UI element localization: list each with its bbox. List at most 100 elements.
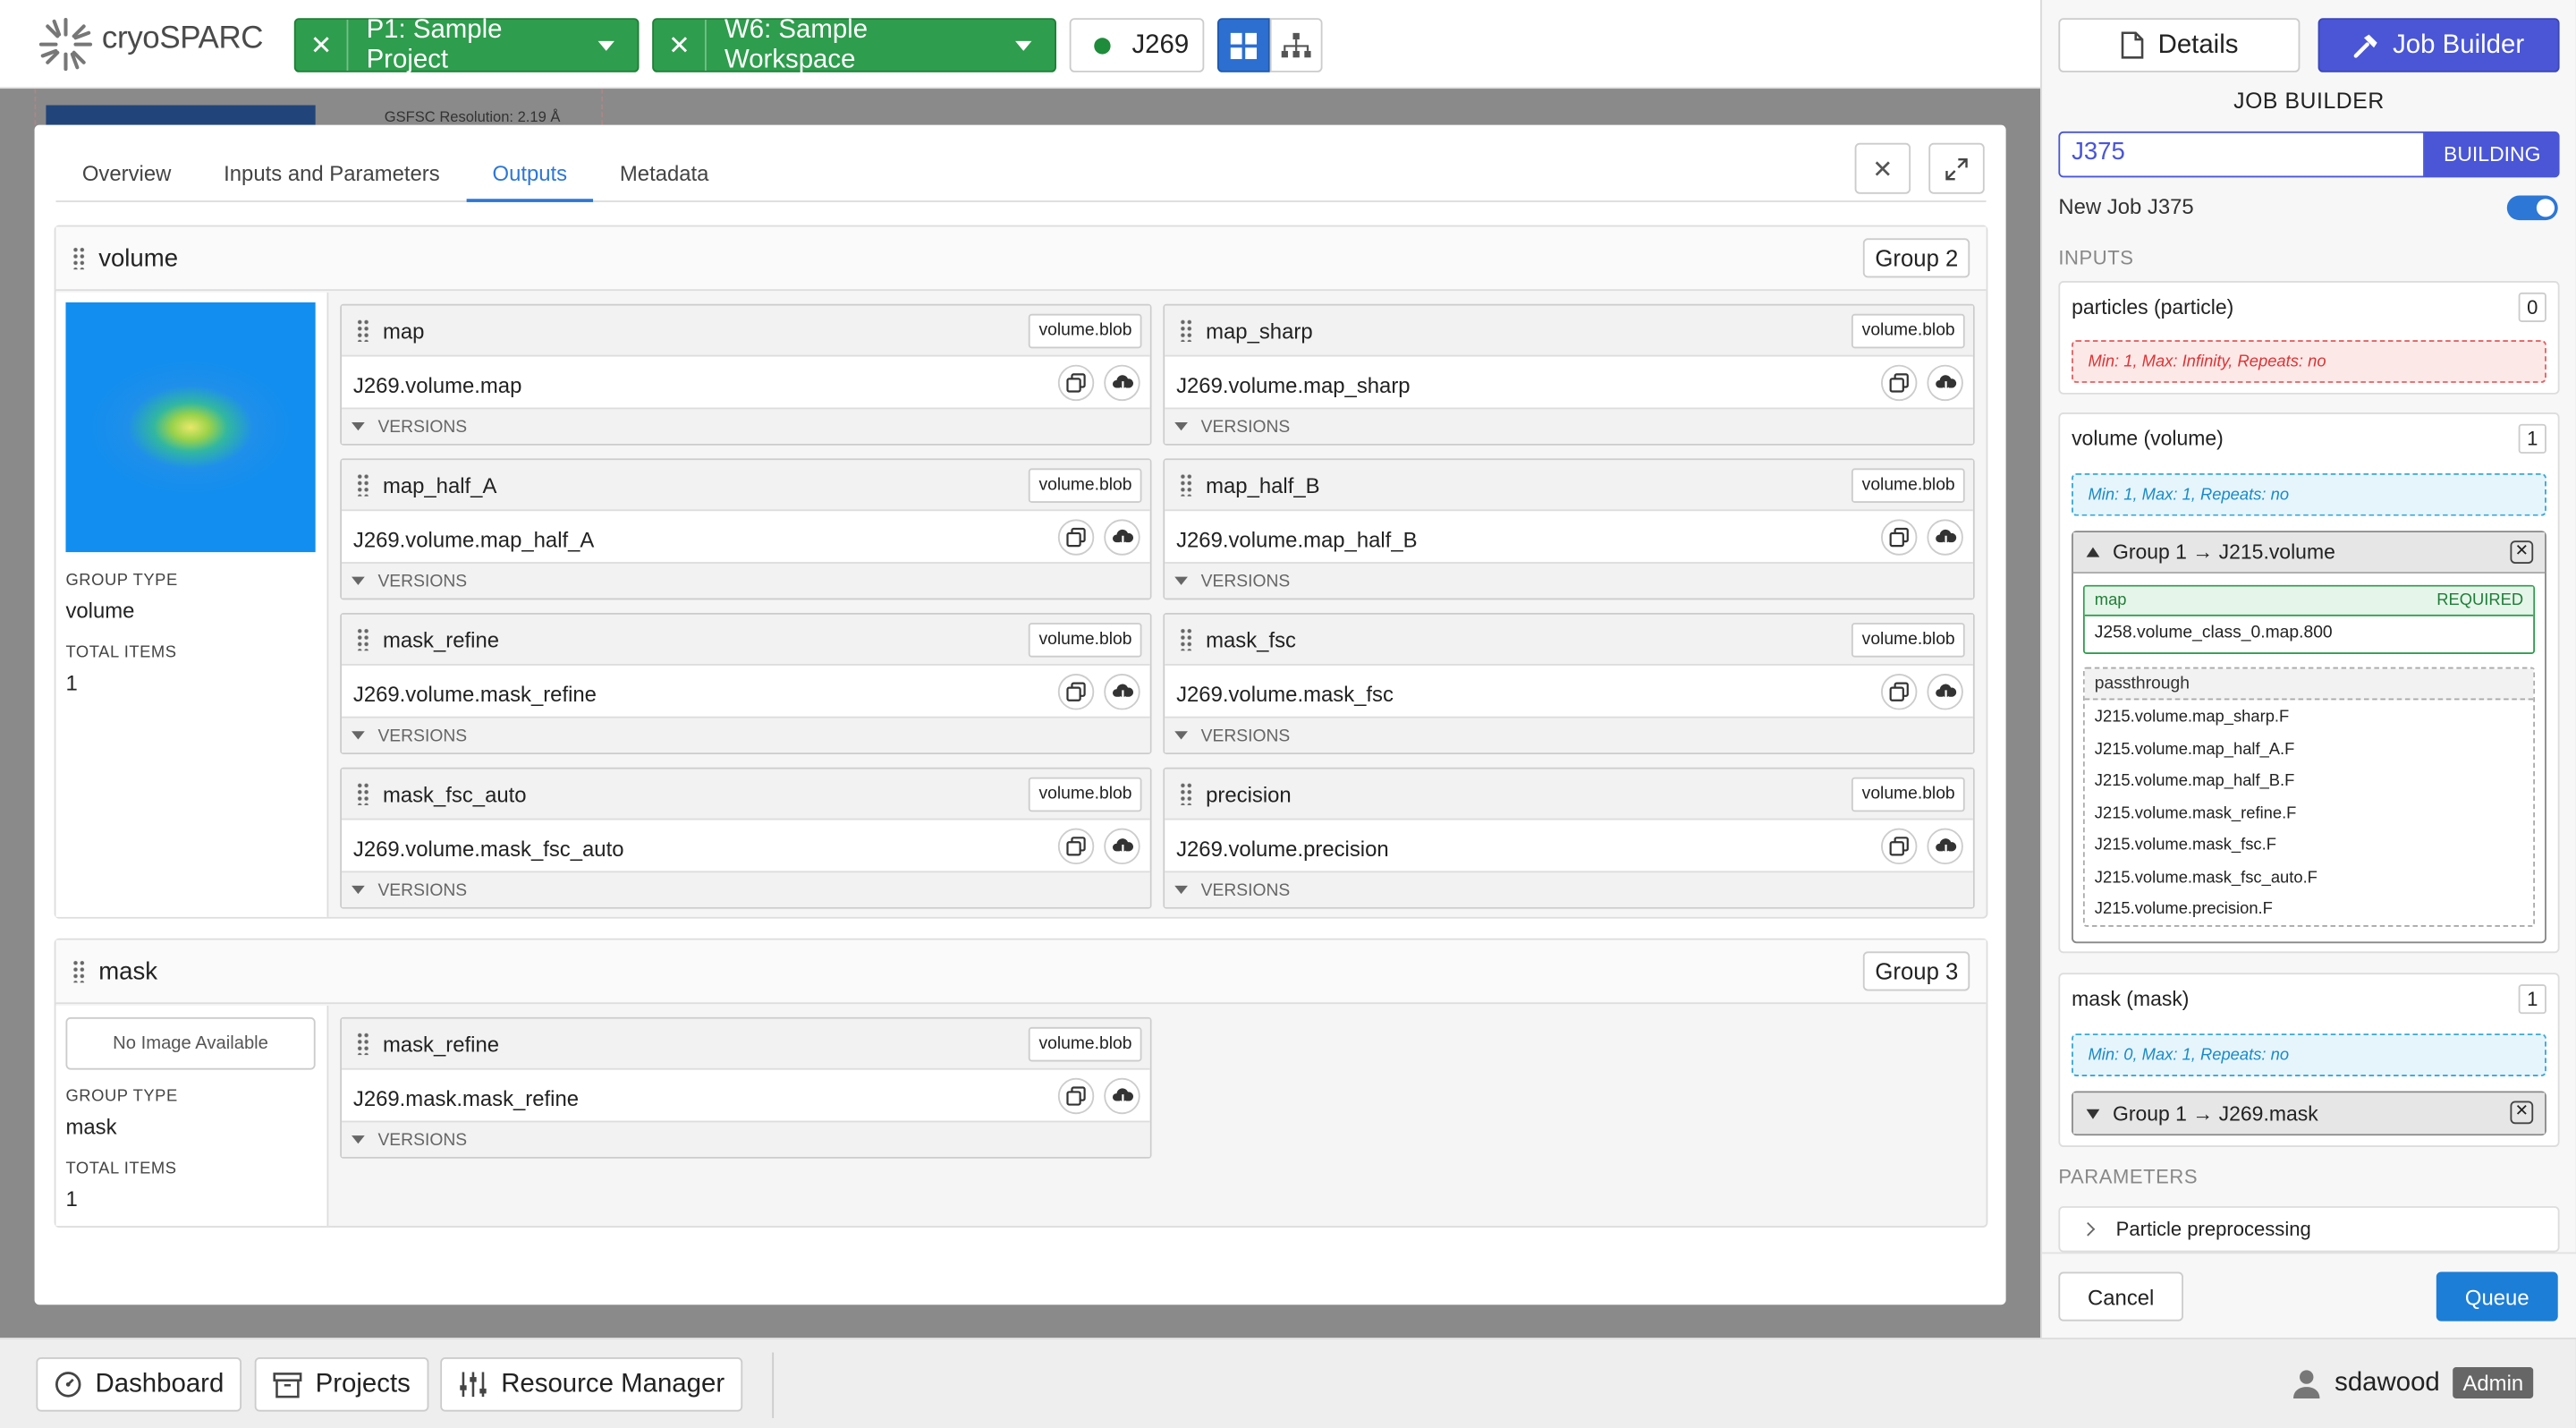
close-workspace-icon[interactable]: ✕ bbox=[654, 20, 707, 71]
sliders-icon bbox=[460, 1372, 487, 1398]
group-type-label: GROUP TYPE bbox=[65, 572, 178, 591]
collapse-icon[interactable] bbox=[2086, 547, 2100, 557]
output-path: J269.volume.mask_refine bbox=[352, 682, 597, 707]
versions-toggle[interactable]: VERSIONS bbox=[342, 562, 1150, 599]
download-button[interactable] bbox=[1104, 519, 1140, 556]
expand-icon[interactable] bbox=[2086, 1108, 2100, 1118]
drag-handle-icon[interactable] bbox=[1179, 319, 1193, 343]
projects-label: Projects bbox=[315, 1369, 411, 1398]
output-path: J269.volume.map_half_A bbox=[352, 527, 595, 553]
cancel-button[interactable]: Cancel bbox=[2058, 1271, 2183, 1322]
download-button[interactable] bbox=[1104, 1077, 1140, 1115]
download-button[interactable] bbox=[1104, 828, 1140, 865]
parameters-section-label: PARAMETERS bbox=[2058, 1165, 2199, 1188]
tab-metadata[interactable]: Metadata bbox=[594, 151, 735, 202]
output-card: mask_refine volume.blob J269.volume.mask_r… bbox=[340, 613, 1152, 754]
param-section-particle-preprocessing[interactable]: Particle preprocessing bbox=[2058, 1206, 2560, 1253]
cloud-download-icon bbox=[1112, 529, 1133, 548]
copy-button[interactable] bbox=[1057, 828, 1095, 865]
drag-handle-icon[interactable] bbox=[356, 319, 370, 343]
input-rule: Min: 1, Max: 1, Repeats: no bbox=[2072, 472, 2546, 516]
workspace-breadcrumb[interactable]: ✕ W6: Sample Workspace bbox=[652, 15, 1056, 73]
close-dialog-button[interactable]: ✕ bbox=[1854, 142, 1911, 194]
copy-button[interactable] bbox=[1057, 674, 1095, 710]
drag-handle-icon[interactable] bbox=[356, 1032, 370, 1056]
remove-connection-icon[interactable]: ✕ bbox=[2510, 540, 2534, 564]
close-project-icon[interactable]: ✕ bbox=[296, 20, 349, 71]
job-title-input[interactable]: J375 bbox=[2058, 131, 2425, 178]
drag-handle-icon[interactable] bbox=[1179, 782, 1193, 805]
slot-value[interactable]: J258.volume_class_0.map.800 bbox=[2085, 616, 2533, 642]
versions-toggle[interactable]: VERSIONS bbox=[1165, 716, 1973, 753]
job-builder-button[interactable]: Job Builder bbox=[2318, 18, 2560, 72]
drag-handle-icon[interactable] bbox=[72, 959, 86, 983]
drag-handle-icon[interactable] bbox=[356, 472, 370, 497]
tab-overview[interactable]: Overview bbox=[55, 151, 197, 202]
copy-button[interactable] bbox=[1057, 1077, 1095, 1115]
projects-button[interactable]: Projects bbox=[254, 1357, 429, 1412]
job-label: J269 bbox=[1131, 30, 1190, 59]
copy-button[interactable] bbox=[1881, 364, 1918, 402]
remove-connection-icon[interactable]: ✕ bbox=[2510, 1101, 2534, 1125]
output-type-badge: volume.blob bbox=[1852, 313, 1965, 349]
output-card: map_sharp volume.blob J269.volume.map_shar… bbox=[1163, 303, 1975, 446]
dashboard-button[interactable]: Dashboard bbox=[36, 1357, 242, 1412]
queue-button[interactable]: Queue bbox=[2436, 1271, 2558, 1322]
document-icon bbox=[2120, 31, 2143, 59]
new-job-label: New Job J375 bbox=[2058, 193, 2194, 219]
download-button[interactable] bbox=[1104, 364, 1140, 402]
copy-button[interactable] bbox=[1881, 828, 1918, 865]
output-type-badge: volume.blob bbox=[1029, 777, 1142, 812]
group-title: mask bbox=[98, 956, 158, 986]
copy-button[interactable] bbox=[1057, 364, 1095, 402]
connection-header[interactable]: Group 1 → J269.mask ✕ bbox=[2072, 1092, 2546, 1135]
copy-button[interactable] bbox=[1881, 674, 1918, 710]
download-button[interactable] bbox=[1927, 674, 1963, 710]
copy-button[interactable] bbox=[1881, 519, 1918, 556]
output-card: precision volume.blob J269.volume.precisio… bbox=[1163, 767, 1975, 909]
details-button[interactable]: Details bbox=[2058, 18, 2301, 72]
versions-toggle[interactable]: VERSIONS bbox=[1165, 562, 1973, 599]
card-view-button[interactable] bbox=[1216, 18, 1270, 72]
output-group-mask: mask Group 3 No Image Available GROUP TY… bbox=[54, 938, 1988, 1228]
output-type-badge: volume.blob bbox=[1029, 623, 1142, 658]
group-header: mask Group 3 bbox=[55, 939, 1987, 1005]
connection-volume: Group 1 → J215.volume ✕ map REQUIRED J258… bbox=[2072, 531, 2546, 944]
download-button[interactable] bbox=[1927, 364, 1963, 402]
input-name: mask (mask) bbox=[2072, 987, 2190, 1011]
versions-toggle[interactable]: VERSIONS bbox=[1165, 407, 1973, 444]
tab-outputs[interactable]: Outputs bbox=[466, 151, 594, 202]
versions-toggle[interactable]: VERSIONS bbox=[342, 407, 1150, 444]
resource-manager-button[interactable]: Resource Manager bbox=[440, 1357, 743, 1412]
tree-view-button[interactable] bbox=[1269, 18, 1323, 72]
status-badge: BUILDING bbox=[2424, 131, 2560, 178]
download-button[interactable] bbox=[1104, 674, 1140, 710]
copy-button[interactable] bbox=[1057, 519, 1095, 556]
chevron-down-icon[interactable] bbox=[1015, 39, 1032, 51]
user-menu[interactable]: sdawood Admin bbox=[2292, 1367, 2534, 1398]
archive-icon bbox=[273, 1372, 302, 1398]
job-chip[interactable]: J269 bbox=[1069, 18, 1205, 72]
input-particles: particles (particle) 0 Min: 1, Max: Infi… bbox=[2058, 281, 2560, 395]
tab-inputs-and-parameters[interactable]: Inputs and Parameters bbox=[198, 151, 466, 202]
cryosparc-logo-icon bbox=[38, 18, 93, 72]
connection-header[interactable]: Group 1 → J215.volume ✕ bbox=[2072, 532, 2546, 574]
versions-toggle[interactable]: VERSIONS bbox=[342, 1120, 1150, 1157]
new-job-toggle[interactable] bbox=[2506, 195, 2558, 221]
input-mask: mask (mask) 1 Min: 0, Max: 1, Repeats: n… bbox=[2058, 973, 2560, 1147]
versions-toggle[interactable]: VERSIONS bbox=[342, 871, 1150, 907]
project-breadcrumb[interactable]: ✕ P1: Sample Project bbox=[293, 15, 640, 73]
total-items-value: 1 bbox=[65, 670, 78, 695]
drag-handle-icon[interactable] bbox=[356, 782, 370, 805]
expand-dialog-button[interactable] bbox=[1928, 142, 1985, 194]
chevron-down-icon[interactable] bbox=[597, 39, 614, 51]
drag-handle-icon[interactable] bbox=[1179, 627, 1193, 651]
versions-toggle[interactable]: VERSIONS bbox=[1165, 871, 1973, 907]
drag-handle-icon[interactable] bbox=[1179, 472, 1193, 497]
versions-toggle[interactable]: VERSIONS bbox=[342, 716, 1150, 753]
drag-handle-icon[interactable] bbox=[72, 246, 86, 270]
download-button[interactable] bbox=[1927, 519, 1963, 556]
drag-handle-icon[interactable] bbox=[356, 627, 370, 651]
download-button[interactable] bbox=[1927, 828, 1963, 865]
output-type-badge: volume.blob bbox=[1852, 777, 1965, 812]
